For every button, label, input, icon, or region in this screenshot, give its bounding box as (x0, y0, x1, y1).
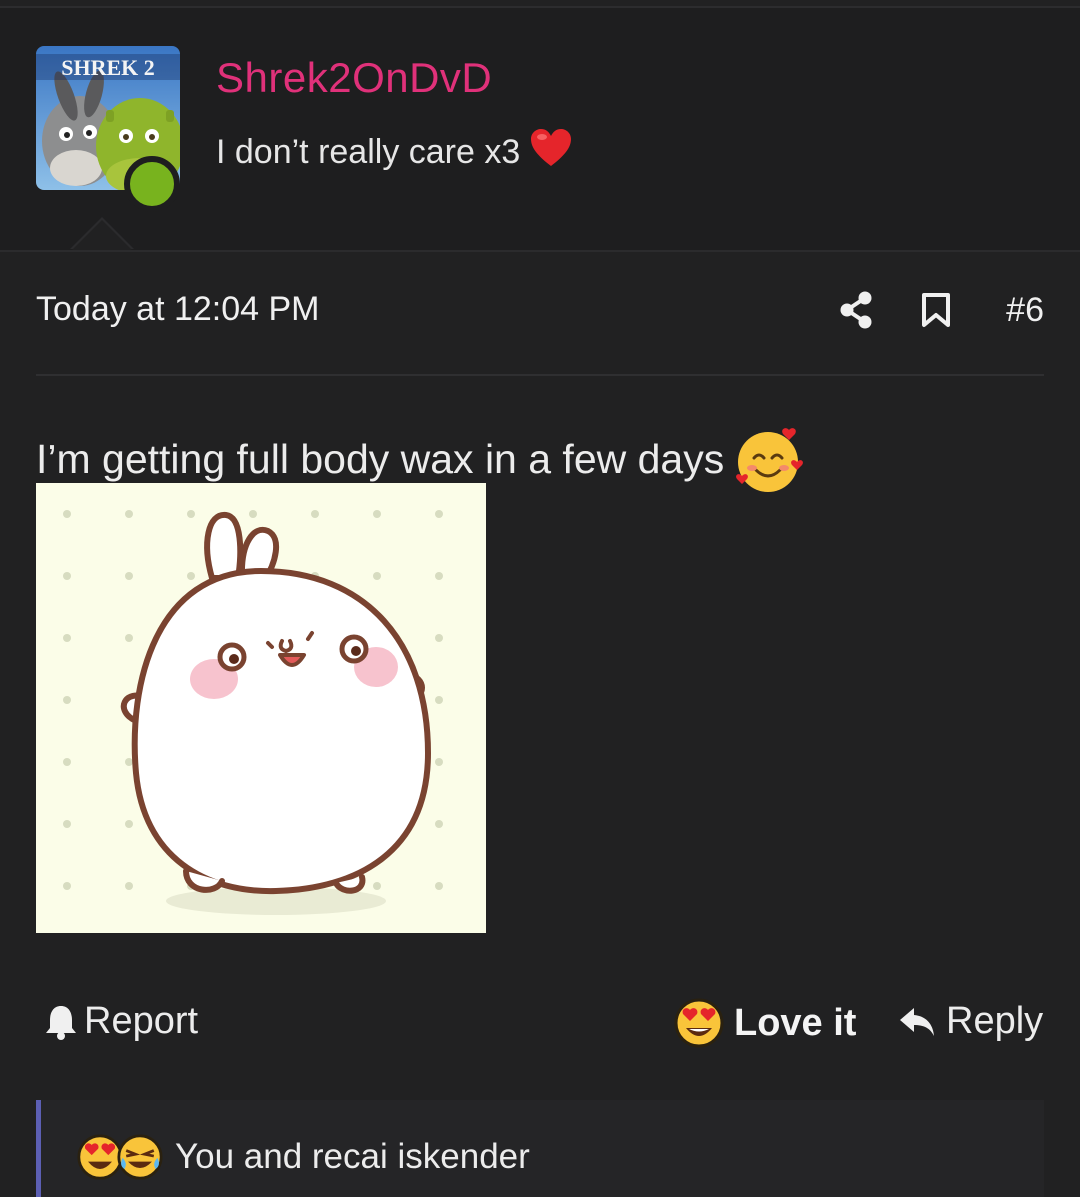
meta-divider (36, 374, 1044, 376)
molang-bunny-image[interactable] (36, 483, 486, 933)
reactions-summary: You and recai iskender (77, 1134, 530, 1180)
crying-laughing-icon (117, 1134, 163, 1180)
love-it-label: Love it (734, 1001, 857, 1044)
online-status-indicator (124, 156, 180, 212)
post-body-text: I’m getting full body wax in a few days (36, 435, 725, 482)
username[interactable]: Shrek2OnDvD (216, 54, 492, 102)
avatar-logo-text: SHREK 2 (61, 55, 155, 80)
user-title: I don’t really care x3 (216, 128, 572, 177)
user-header: SHREK 2 Shrek2OnDvD I don’t really care … (0, 8, 1080, 252)
bookmark-icon[interactable] (914, 288, 958, 332)
reactions-summary-text: You and recai iskender (175, 1137, 530, 1176)
share-icon[interactable] (834, 288, 878, 332)
reactions-bar[interactable]: You and recai iskender (36, 1100, 1044, 1197)
user-title-text: I don’t really care x3 (216, 133, 521, 171)
reply-button[interactable]: Reply (898, 1000, 1043, 1043)
header-pointer (72, 220, 132, 250)
post-date[interactable]: Today at 12:04 PM (36, 290, 320, 329)
heart-eyes-icon (674, 998, 724, 1048)
bell-icon (44, 1004, 78, 1040)
reply-label: Reply (946, 1000, 1044, 1042)
report-button[interactable]: Report (44, 1000, 198, 1043)
post-meta-actions: #6 (798, 288, 1044, 332)
post-page: SHREK 2 Shrek2OnDvD I don’t really care … (0, 0, 1080, 1197)
reply-arrow-icon (898, 1006, 936, 1038)
love-it-button[interactable]: Love it (674, 998, 856, 1048)
red-heart-icon (530, 128, 572, 177)
smiling-face-with-hearts-icon (734, 424, 804, 494)
report-label: Report (84, 1000, 199, 1042)
post-number-link[interactable]: #6 (1006, 291, 1044, 330)
